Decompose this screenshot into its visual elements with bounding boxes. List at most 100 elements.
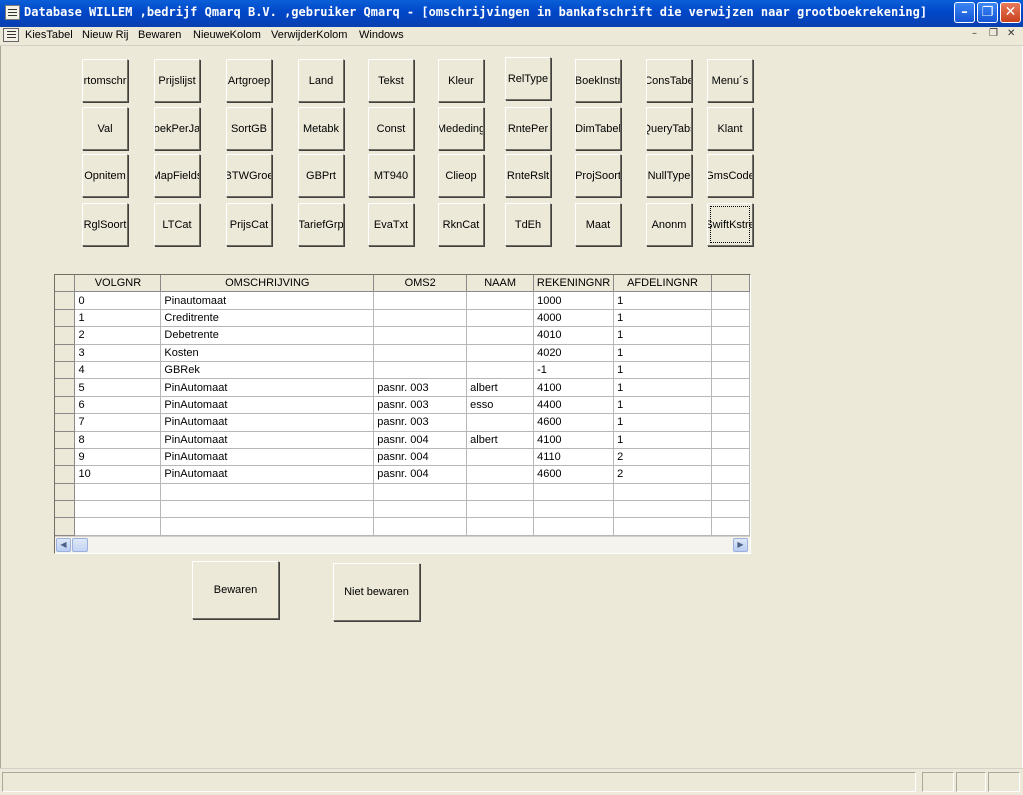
grid-cell[interactable] [373,483,468,502]
table-button[interactable]: Land [298,59,344,102]
table-button[interactable]: Kleur [438,59,484,102]
grid-cell[interactable]: 3 [74,344,162,362]
grid-cell[interactable]: Pinautomaat [160,291,375,310]
grid-cell[interactable] [160,500,375,519]
grid-cell[interactable]: 1 [74,309,162,328]
grid-cell[interactable] [466,448,535,467]
grid-cell[interactable] [373,517,468,536]
menu-verwijderkolom[interactable]: VerwijderKolom [271,29,347,41]
table-row[interactable]: 3 Kosten 4020 1 [55,344,750,362]
grid-cell[interactable]: Kosten [160,344,375,362]
table-button[interactable]: TdEh [505,203,551,246]
grid-cell[interactable] [466,344,535,362]
grid-cell[interactable] [466,517,535,536]
menu-nieuw-rij[interactable]: Nieuw Rij [82,29,128,41]
menu-kiestabel[interactable]: KiesTabel [25,29,73,41]
table-button[interactable]: RnteRslt [505,154,551,197]
table-button[interactable]: Opnitem [82,154,128,197]
table-button[interactable]: Metabk [298,107,344,150]
grid-cell[interactable]: 1 [613,396,713,415]
grid-cell[interactable]: -1 [533,361,615,380]
grid-cell[interactable] [466,483,535,502]
grid-cell[interactable]: GBRek [160,361,375,380]
app-icon[interactable] [5,5,20,20]
grid-cell[interactable]: 4100 [533,378,615,397]
grid-cell[interactable] [373,361,468,380]
grid-cell[interactable]: 1 [613,361,713,380]
grid-cell[interactable] [613,517,713,536]
grid-cell[interactable]: 1 [613,378,713,397]
grid-cell[interactable]: pasnr. 004 [373,465,468,484]
table-row[interactable]: 7 PinAutomaat pasnr. 003 4600 1 [55,413,750,432]
menu-bewaren[interactable]: Bewaren [138,29,181,41]
grid-cell[interactable] [373,344,468,362]
grid-cell[interactable]: 1 [613,344,713,362]
grid-cell[interactable]: esso [466,396,535,415]
grid-cell[interactable]: 4000 [533,309,615,328]
grid-cell[interactable]: 4100 [533,431,615,449]
grid-cell[interactable]: PinAutomaat [160,448,375,467]
table-button[interactable]: GBPrt [298,154,344,197]
table-row[interactable]: 8 PinAutomaat pasnr. 004 albert 4100 1 [55,431,750,449]
grid-cell[interactable]: pasnr. 003 [373,396,468,415]
table-row[interactable]: 4 GBRek -1 1 [55,361,750,380]
table-button[interactable]: RntePer [505,107,551,150]
grid-cell[interactable] [533,500,615,519]
data-grid[interactable]: VOLGNR OMSCHRIJVING OMS2 NAAM REKENINGNR AFDE… [54,274,751,554]
grid-cell[interactable]: 1000 [533,291,615,310]
grid-cell[interactable] [533,483,615,502]
scroll-thumb[interactable] [72,538,88,552]
discard-button[interactable]: Niet bewaren [333,563,420,621]
table-button[interactable]: RelType [505,57,551,100]
grid-cell[interactable]: 2 [613,465,713,484]
grid-cell[interactable]: 4020 [533,344,615,362]
row-selector[interactable] [55,431,76,449]
table-button[interactable]: BoekInstr [575,59,621,102]
row-selector[interactable] [55,465,76,484]
row-selector[interactable] [55,309,76,328]
grid-cell[interactable]: Creditrente [160,309,375,328]
grid-cell[interactable] [613,500,713,519]
grid-cell[interactable]: 1 [613,431,713,449]
grid-cell[interactable]: 5 [74,378,162,397]
table-button[interactable]: ProjSoort [575,154,621,197]
table-button[interactable]: Val [82,107,128,150]
table-button[interactable]: PrijsCat [226,203,272,246]
grid-cell[interactable]: 4600 [533,413,615,432]
table-button[interactable]: RknCat [438,203,484,246]
table-button[interactable]: Artgroep [226,59,272,102]
horizontal-scrollbar[interactable]: ◀ ▶ [55,536,750,553]
table-button[interactable]: Klant [707,107,753,150]
grid-cell[interactable]: PinAutomaat [160,431,375,449]
column-header[interactable]: REKENINGNR [533,275,615,293]
row-selector[interactable] [55,326,76,345]
grid-cell[interactable] [74,500,162,519]
table-button[interactable]: Maat [575,203,621,246]
child-close-button[interactable]: ✕ [1007,28,1015,39]
table-button[interactable]: ConsTabe [646,59,692,102]
grid-cell[interactable]: Debetrente [160,326,375,345]
grid-cell[interactable]: 2 [613,448,713,467]
grid-cell[interactable] [466,413,535,432]
grid-cell[interactable]: pasnr. 003 [373,413,468,432]
table-button[interactable]: oekPerJa [154,107,200,150]
table-button[interactable]: Const [368,107,414,150]
child-restore-button[interactable]: ❐ [989,28,998,39]
table-button[interactable]: Mededing [438,107,484,150]
grid-cell[interactable]: 4600 [533,465,615,484]
table-row[interactable]: 5 PinAutomaat pasnr. 003 albert 4100 1 [55,378,750,397]
menu-windows[interactable]: Windows [359,29,404,41]
table-button[interactable]: BTWGroe [226,154,272,197]
grid-cell[interactable] [466,361,535,380]
table-button[interactable]: DimTabel [575,107,621,150]
row-selector[interactable] [55,396,76,415]
grid-cell[interactable]: 4110 [533,448,615,467]
column-header[interactable]: NAAM [466,275,535,293]
table-button[interactable]: Menu´s [707,59,753,102]
document-icon[interactable] [3,28,19,42]
grid-cell[interactable] [466,500,535,519]
table-button[interactable]: MapFields [154,154,200,197]
grid-cell[interactable] [466,309,535,328]
grid-cell[interactable]: 8 [74,431,162,449]
table-row[interactable]: 0 Pinautomaat 1000 1 [55,291,750,310]
